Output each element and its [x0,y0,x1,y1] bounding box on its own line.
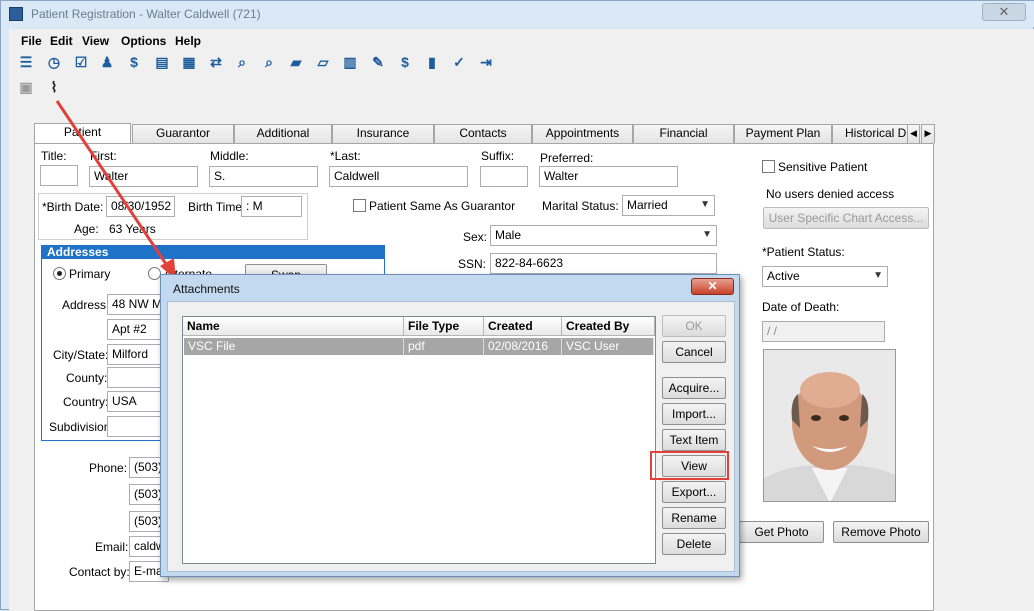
import-button[interactable]: Import... [662,403,726,425]
acquire-button[interactable]: Acquire... [662,377,726,399]
export-button[interactable]: Export... [662,481,726,503]
text-item-button[interactable]: Text Item [662,429,726,451]
table-cell-file-type[interactable]: pdf [404,338,484,355]
column-header-created[interactable]: Created [484,317,562,336]
table-cell-name[interactable]: VSC File [184,338,404,355]
column-header-name[interactable]: Name [183,317,404,336]
ok-button[interactable]: OK [662,315,726,337]
view-button-highlight [650,451,729,480]
column-header-file-type[interactable]: File Type [404,317,484,336]
rename-button[interactable]: Rename [662,507,726,529]
column-header-created-by[interactable]: Created By [562,317,655,336]
cancel-button[interactable]: Cancel [662,341,726,363]
arrow-line [55,100,172,271]
attachments-table: Name File Type Created Created By VSC Fi… [182,316,656,564]
table-cell-created-by[interactable]: VSC User [562,338,654,355]
dialog-close-button[interactable]: ✕ [691,278,734,295]
dialog-title: Attachments [173,282,240,296]
table-cell-created[interactable]: 02/08/2016 [484,338,562,355]
delete-button[interactable]: Delete [662,533,726,555]
